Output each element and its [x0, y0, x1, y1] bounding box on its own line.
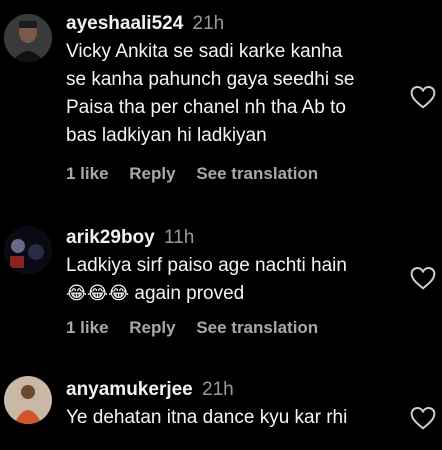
- comment-line: Paisa tha per chanel nh tha Ab to: [66, 97, 346, 118]
- timestamp: 11h: [164, 227, 195, 248]
- reply-button[interactable]: Reply: [129, 164, 175, 183]
- likes-count[interactable]: 1 like: [66, 318, 109, 337]
- comment-actions: 1 like Reply See translation: [66, 318, 334, 338]
- avatar-image: [4, 376, 52, 424]
- laughing-emoji: 😂😂😂: [66, 283, 130, 304]
- comment-line: Ladkiya sirf paiso age nachti hain: [66, 255, 347, 276]
- comment-line: Ye dehatan itna dance kyu kar rhi: [66, 407, 348, 428]
- username[interactable]: anyamukerjee: [66, 379, 193, 400]
- like-heart-icon[interactable]: [410, 406, 436, 430]
- timestamp: 21h: [202, 379, 234, 400]
- avatar-image: [4, 14, 52, 62]
- avatar[interactable]: [4, 376, 52, 424]
- comment-text: Vicky Ankita se sadi karke kanha se kanh…: [66, 38, 398, 150]
- comment-line: 😂😂😂 again proved: [66, 280, 398, 308]
- see-translation-button[interactable]: See translation: [196, 318, 318, 337]
- avatar[interactable]: [4, 14, 52, 62]
- like-heart-icon[interactable]: [410, 266, 436, 290]
- comment-text-fragment: again proved: [134, 283, 245, 304]
- username[interactable]: arik29boy: [66, 227, 155, 248]
- reply-button[interactable]: Reply: [129, 318, 175, 337]
- username[interactable]: ayeshaali524: [66, 13, 183, 34]
- timestamp: 21h: [192, 13, 225, 34]
- comment-line: bas ladkiyan hi ladkiyan: [66, 125, 267, 146]
- comment-text: Ye dehatan itna dance kyu kar rhi: [66, 404, 398, 432]
- likes-count[interactable]: 1 like: [66, 164, 109, 183]
- see-translation-button[interactable]: See translation: [196, 164, 318, 183]
- like-heart-icon[interactable]: [410, 85, 436, 109]
- avatar[interactable]: [4, 226, 52, 274]
- comment-line: Vicky Ankita se sadi karke kanha: [66, 41, 343, 62]
- comment-text: Ladkiya sirf paiso age nachti hain 😂😂😂 a…: [66, 252, 398, 308]
- comment-actions: 1 like Reply See translation: [66, 164, 334, 184]
- avatar-image: [4, 226, 52, 274]
- comment-line: se kanha pahunch gaya seedhi se: [66, 69, 355, 90]
